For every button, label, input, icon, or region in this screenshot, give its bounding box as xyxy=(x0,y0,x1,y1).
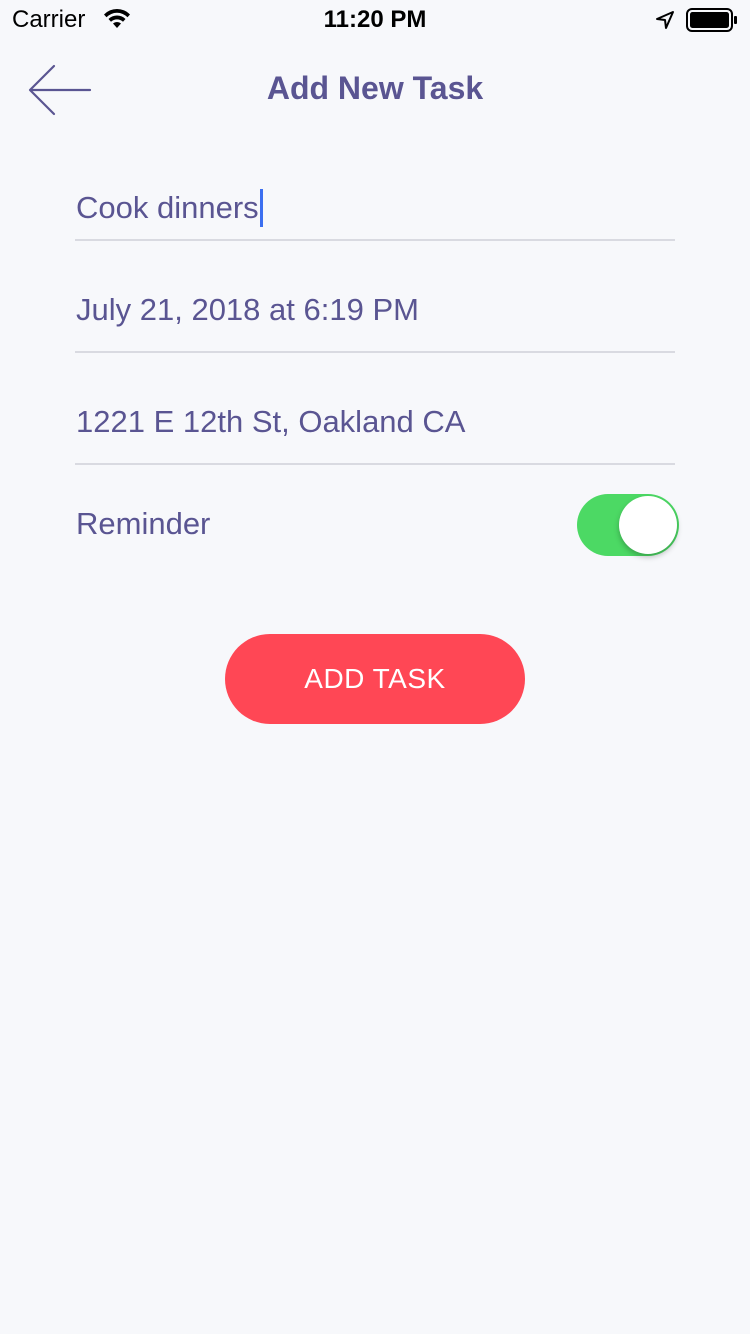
toggle-knob xyxy=(619,496,677,554)
task-name-field[interactable]: Cook dinners xyxy=(75,180,675,241)
date-field[interactable]: July 21, 2018 at 6:19 PM xyxy=(75,280,675,353)
task-name-value: Cook dinners xyxy=(76,190,259,225)
location-value: 1221 E 12th St, Oakland CA xyxy=(76,404,466,439)
clock-time: 11:20 PM xyxy=(323,6,427,33)
text-caret xyxy=(259,188,263,227)
reminder-label: Reminder xyxy=(76,506,211,541)
battery-icon xyxy=(686,8,737,32)
page-title: Add New Task xyxy=(266,70,484,106)
add-task-button[interactable]: ADD TASK xyxy=(225,634,525,724)
location-arrow-icon xyxy=(656,11,674,29)
date-value: July 21, 2018 at 6:19 PM xyxy=(76,292,419,327)
reminder-toggle[interactable] xyxy=(577,494,679,556)
location-field[interactable]: 1221 E 12th St, Oakland CA xyxy=(75,392,675,465)
status-bar: Carrier 11:20 PM xyxy=(0,0,750,40)
